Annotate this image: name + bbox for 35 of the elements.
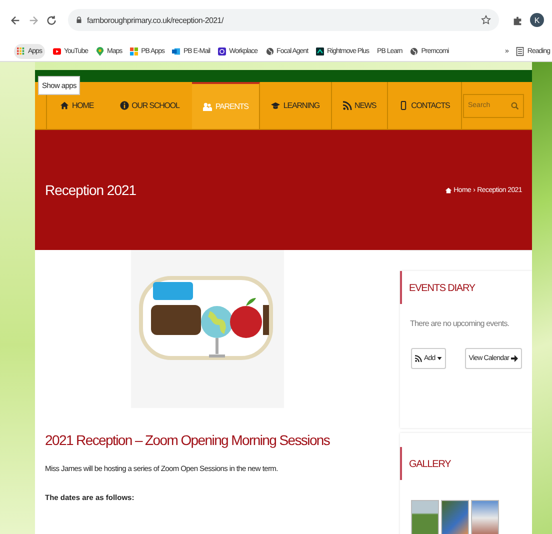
rss-icon bbox=[415, 355, 422, 362]
photo-placeholder[interactable] bbox=[441, 500, 469, 534]
nav-tab[interactable]: CONTACTS bbox=[388, 82, 462, 129]
back-icon[interactable] bbox=[10, 14, 21, 26]
nav-tab[interactable]: NEWS bbox=[332, 82, 388, 129]
forward-icon[interactable] bbox=[28, 14, 39, 26]
photo-placeholder[interactable] bbox=[411, 500, 439, 534]
address-bar[interactable]: farnboroughprimary.co.uk/reception-2021/ bbox=[68, 9, 499, 31]
grid-icon bbox=[17, 46, 25, 56]
lock-icon bbox=[76, 16, 82, 24]
tiles-icon bbox=[130, 46, 138, 56]
info-icon bbox=[120, 101, 129, 110]
people-icon bbox=[203, 102, 212, 111]
article-heading: 2021 Reception – Zoom Opening Morning Sessions bbox=[45, 432, 331, 448]
play-icon bbox=[52, 46, 61, 56]
caret-icon bbox=[437, 357, 442, 360]
arrow-right-icon bbox=[511, 355, 518, 362]
list-icon bbox=[516, 46, 524, 56]
reload-icon[interactable] bbox=[46, 14, 57, 26]
page-title: Reception 2021 bbox=[45, 182, 136, 198]
nav-tab[interactable]: OUR SCHOOL bbox=[106, 82, 192, 129]
mail-icon bbox=[172, 46, 180, 56]
map-pin-icon bbox=[96, 46, 104, 56]
globe-icon bbox=[266, 46, 274, 56]
home-icon bbox=[444, 186, 452, 194]
photo-placeholder[interactable] bbox=[471, 500, 499, 534]
no-events-text: There are no upcoming events. bbox=[410, 319, 510, 328]
rss-icon bbox=[342, 101, 352, 110]
nav-tab[interactable]: LEARNING bbox=[260, 82, 332, 129]
star-icon[interactable] bbox=[481, 15, 491, 25]
profile-avatar[interactable]: K bbox=[530, 13, 544, 27]
globe-icon bbox=[410, 46, 418, 56]
graduation-cap-icon bbox=[271, 101, 280, 110]
puzzle-icon[interactable] bbox=[512, 14, 523, 26]
phone-icon bbox=[399, 101, 408, 110]
